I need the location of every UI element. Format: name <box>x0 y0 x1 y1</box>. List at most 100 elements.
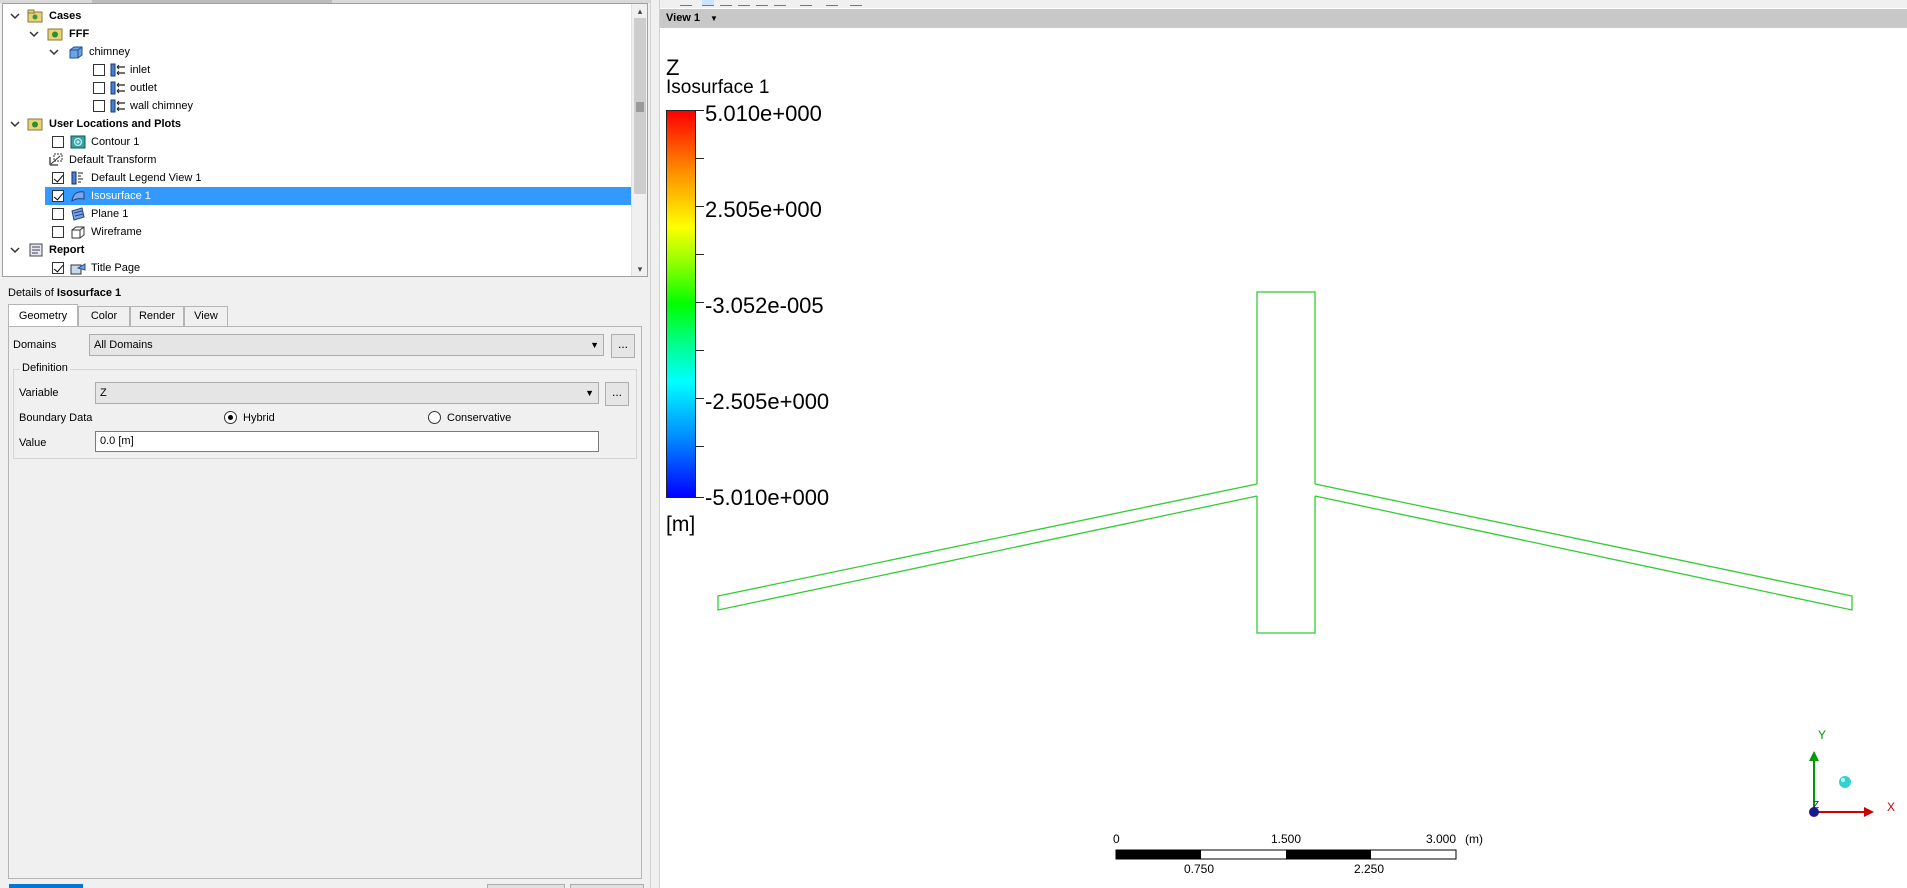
tree-item-inlet[interactable]: inlet <box>3 61 633 79</box>
tree-item-plane-1[interactable]: Plane 1 <box>3 205 633 223</box>
scale-label: 0.750 <box>1184 862 1215 876</box>
defaults-button[interactable] <box>570 884 644 888</box>
tree-scrollbar[interactable]: ▴ ▾ <box>631 4 647 276</box>
visibility-checkbox[interactable] <box>93 82 105 94</box>
tree-item-label: Cases <box>49 10 82 22</box>
variable-ellipsis-button[interactable]: ... <box>605 382 629 406</box>
apply-button[interactable] <box>9 884 83 888</box>
tree-item-label: Contour 1 <box>91 136 140 148</box>
tab-geometry[interactable]: Geometry <box>8 304 78 327</box>
tree-item-label: inlet <box>130 64 151 76</box>
tree-item-cases[interactable]: Cases <box>3 7 633 25</box>
tree-item-wireframe[interactable]: Wireframe <box>3 223 633 241</box>
scroll-down-icon[interactable]: ▾ <box>635 264 645 274</box>
title-page-icon <box>70 261 86 275</box>
legend-icon <box>70 171 86 185</box>
scroll-up-icon[interactable]: ▴ <box>635 6 645 16</box>
visibility-checkbox[interactable] <box>52 208 64 220</box>
visibility-checkbox[interactable] <box>52 136 64 148</box>
visibility-checkbox[interactable] <box>52 262 64 274</box>
tree-item-outlet[interactable]: outlet <box>3 79 633 97</box>
domains-label: Domains <box>13 339 57 351</box>
details-object-name: Isosurface 1 <box>56 287 122 299</box>
tree-item-label: Isosurface 1 <box>91 190 151 202</box>
tree-item-label: wall chimney <box>130 100 193 112</box>
conservative-radio[interactable] <box>428 411 441 424</box>
tree-item-label: Wireframe <box>91 226 142 238</box>
visibility-checkbox[interactable] <box>52 172 64 184</box>
tree-item-user-locations[interactable]: User Locations and Plots <box>3 115 633 133</box>
tree-item-label: User Locations and Plots <box>49 118 182 130</box>
chevron-down-icon[interactable] <box>48 43 60 61</box>
tree-item-label: outlet <box>130 82 157 94</box>
details-title: Details of Isosurface 1 <box>8 287 121 299</box>
isosurface-icon <box>70 189 86 203</box>
tree-item-default-legend-view-1[interactable]: Default Legend View 1 <box>3 169 633 187</box>
visibility-checkbox[interactable] <box>52 226 64 238</box>
tree-item-label: Default Transform <box>69 154 157 166</box>
scale-label: 2.250 <box>1354 862 1385 876</box>
value-label: Value <box>19 437 47 449</box>
tree-item-default-transform[interactable]: Default Transform <box>3 151 633 169</box>
domains-select[interactable]: All Domains ▼ <box>89 334 604 356</box>
chimney-lower <box>1256 496 1316 634</box>
hybrid-radio[interactable] <box>224 411 237 424</box>
axis-x-label: X <box>1887 800 1896 814</box>
tree-item-label: Report <box>49 244 85 256</box>
boundary-inlet-icon <box>109 63 125 77</box>
outline-tree: Cases FFF chimney inlet outlet wall chim… <box>2 3 648 277</box>
tree-item-isosurface-1[interactable]: Isosurface 1 <box>45 187 633 205</box>
tree-item-label: FFF <box>69 28 90 40</box>
domains-value: All Domains <box>94 339 153 351</box>
folder-case-icon <box>27 9 43 23</box>
isosurface-outline <box>717 291 1853 634</box>
contour-icon <box>70 135 86 149</box>
reset-button[interactable] <box>487 884 565 888</box>
chevron-down-icon[interactable] <box>9 115 21 133</box>
domains-ellipsis-button[interactable]: ... <box>611 334 635 358</box>
tab-view[interactable]: View <box>184 306 228 327</box>
conservative-label[interactable]: Conservative <box>447 412 511 424</box>
plane-icon <box>70 207 86 221</box>
hybrid-label[interactable]: Hybrid <box>243 412 275 424</box>
chevron-down-icon[interactable] <box>9 7 21 25</box>
tree-item-title-page[interactable]: Title Page <box>3 259 633 276</box>
variable-label: Variable <box>19 387 59 399</box>
tree-item-label: Plane 1 <box>91 208 129 220</box>
scale-label: 3.000 <box>1426 832 1457 846</box>
value-input[interactable]: 0.0 [m] <box>95 431 599 452</box>
transform-icon <box>48 153 64 167</box>
tree-item-label: Default Legend View 1 <box>91 172 202 184</box>
definition-group-label: Definition <box>20 362 70 374</box>
domain-icon <box>68 45 84 59</box>
tree-item-chimney[interactable]: chimney <box>3 43 633 61</box>
scale-label: 0 <box>1113 832 1120 846</box>
chevron-down-icon[interactable] <box>9 241 21 259</box>
right-pipe-upper <box>1314 483 1853 611</box>
chevron-down-icon[interactable] <box>28 25 40 43</box>
axis-z-label: Z <box>1813 800 1820 811</box>
tree-item-fff[interactable]: FFF <box>3 25 633 43</box>
tree-item-wall-chimney[interactable]: wall chimney <box>3 97 633 115</box>
variable-select[interactable]: Z ▼ <box>95 382 599 404</box>
report-icon <box>28 243 44 257</box>
tab-color[interactable]: Color <box>78 306 130 327</box>
left-panel: Cases FFF chimney inlet outlet wall chim… <box>0 0 650 888</box>
visibility-checkbox[interactable] <box>52 190 64 202</box>
visibility-checkbox[interactable] <box>93 64 105 76</box>
tree-item-label: chimney <box>89 46 130 58</box>
boundary-data-label: Boundary Data <box>19 412 93 424</box>
boundary-wall-icon <box>109 99 125 113</box>
visibility-checkbox[interactable] <box>93 100 105 112</box>
panel-splitter[interactable] <box>650 0 660 888</box>
left-pipe-upper <box>717 483 1258 611</box>
boundary-outlet-icon <box>109 81 125 95</box>
scale-unit: (m) <box>1465 832 1483 846</box>
scale-label: 1.500 <box>1271 832 1302 846</box>
tree-item-report[interactable]: Report <box>3 241 633 259</box>
3d-viewer[interactable]: View 1 ▼ Z Isosurface 1 5.010e+000 2.505… <box>660 0 1907 888</box>
tab-render[interactable]: Render <box>130 306 184 327</box>
tree-item-contour-1[interactable]: Contour 1 <box>3 133 633 151</box>
user-locations-icon <box>27 117 43 131</box>
dropdown-arrow-icon: ▼ <box>585 388 594 398</box>
